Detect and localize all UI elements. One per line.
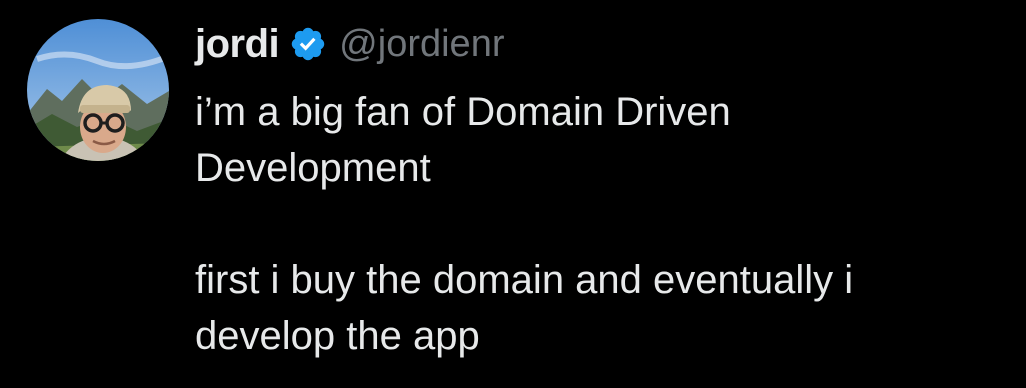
author-handle[interactable]: @jordienr <box>339 23 504 66</box>
tweet-text: i’m a big fan of Domain Driven Developme… <box>195 84 1010 364</box>
avatar-photo <box>27 19 169 161</box>
tweet-header: jordi @jordienr <box>195 16 504 72</box>
tweet-text-line: Development <box>195 146 431 190</box>
tweet-card: jordi @jordienr i’m a big fan of Domain … <box>0 0 1026 388</box>
avatar[interactable] <box>27 19 169 161</box>
tweet-text-line: first i buy the domain and eventually i <box>195 258 854 302</box>
paragraph-break <box>195 196 1010 252</box>
tweet-text-line: develop the app <box>195 314 480 358</box>
author-display-name[interactable]: jordi <box>195 22 280 67</box>
tweet-text-line: i’m a big fan of Domain Driven <box>195 90 731 134</box>
verified-badge-icon <box>289 25 327 63</box>
